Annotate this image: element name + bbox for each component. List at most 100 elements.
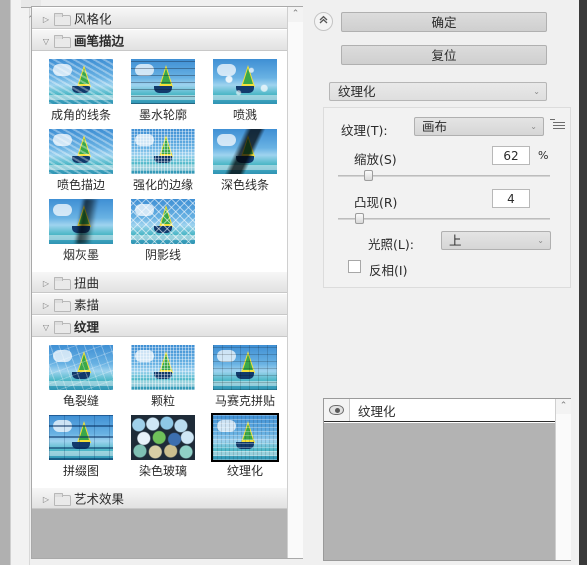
scaling-label: 缩放(S) — [354, 152, 397, 167]
filter-thumbnail-selected[interactable]: 纹理化 — [204, 413, 286, 479]
light-label: 光照(L): — [368, 237, 414, 252]
filter-gallery-dialog: ⌃ ▷ 风格化 ▽ 画笔描边成角的线条 墨水轮廓 喷溅喷色描边 强化的边缘 深色线条烟灰墨 阴影… — [0, 0, 587, 565]
filter-category-label: 风格化 — [74, 11, 112, 27]
texture-value: 画布 — [422, 119, 448, 134]
filter-list-empty-area — [32, 509, 288, 558]
filter-thumbnail[interactable]: 深色线条 — [204, 127, 286, 193]
filter-category-label: 素描 — [74, 297, 100, 313]
filter-thumbnail-label: 阴影线 — [144, 248, 181, 262]
filter-thumbnail-label: 龟裂缝 — [62, 394, 99, 408]
layer-name-label: 纹理化 — [358, 403, 396, 419]
texture-label: 纹理(T): — [341, 123, 388, 138]
settings-column: 确定 复位 纹理化 ⌄ 纹理(T): 画布 ⌄ 缩放(S) 62 % 凸现(R)… — [307, 0, 575, 565]
triangle-down-icon[interactable]: ▽ — [40, 31, 52, 53]
filter-category-1[interactable]: ▽ 画笔描边 — [32, 29, 288, 51]
double-chevron-up-icon[interactable] — [314, 12, 333, 31]
filter-thumbnail-label: 深色线条 — [220, 178, 269, 192]
thumbnail-frame — [211, 343, 279, 392]
chevron-down-icon: ⌄ — [533, 87, 540, 96]
chevron-down-icon: ⌄ — [537, 236, 544, 245]
filter-category-0[interactable]: ▷ 风格化 — [32, 7, 288, 29]
left-scrollbar[interactable]: ⌃ — [10, 0, 41, 565]
scaling-slider[interactable] — [338, 170, 550, 182]
thumbnail-image — [49, 199, 113, 244]
thumbnail-frame — [129, 57, 197, 106]
thumbnail-frame — [211, 413, 279, 462]
flyout-menu-icon[interactable] — [550, 119, 566, 133]
thumbnail-image — [131, 199, 195, 244]
filter-thumbnail[interactable]: 阴影线 — [122, 197, 204, 263]
scaling-input[interactable]: 62 — [492, 146, 530, 165]
scrollbar-track[interactable] — [556, 414, 571, 560]
filter-thumbnail[interactable]: 染色玻璃 — [122, 413, 204, 479]
active-filter-dropdown[interactable]: 纹理化 ⌄ — [329, 82, 547, 101]
filter-thumbnail[interactable]: 墨水轮廓 — [122, 57, 204, 123]
filter-category-2[interactable]: ▷ 扭曲 — [32, 271, 288, 293]
slider-track — [338, 218, 550, 220]
relief-input[interactable]: 4 — [492, 189, 530, 208]
chevron-up-icon[interactable]: ⌃ — [288, 7, 303, 22]
list-item[interactable]: 纹理化 — [324, 399, 556, 422]
filter-category-4[interactable]: ▽ 纹理 — [32, 315, 288, 337]
layer-panel-scrollbar[interactable]: ⌃ — [555, 399, 571, 560]
filter-thumbnail[interactable]: 龟裂缝 — [40, 343, 122, 409]
thumbnail-image — [213, 345, 277, 390]
filter-thumbnail[interactable]: 拼缀图 — [40, 413, 122, 479]
filter-category-3[interactable]: ▷ 素描 — [32, 293, 288, 315]
thumbnail-image — [49, 59, 113, 104]
triangle-right-icon[interactable]: ▷ — [40, 295, 52, 317]
filter-category-5[interactable]: ▷ 艺术效果 — [32, 487, 288, 509]
filter-thumbnail[interactable]: 马赛克拼贴 — [204, 343, 286, 409]
light-dropdown[interactable]: 上 ⌄ — [441, 231, 551, 250]
filter-thumbnail-label: 染色玻璃 — [138, 464, 187, 478]
triangle-right-icon[interactable]: ▷ — [40, 273, 52, 295]
scrollbar-track[interactable] — [288, 22, 303, 558]
thumbnail-image — [131, 415, 195, 460]
triangle-right-icon[interactable]: ▷ — [40, 9, 52, 31]
filter-category-label: 扭曲 — [74, 275, 100, 291]
invert-checkbox[interactable] — [348, 260, 361, 273]
filter-thumbnail[interactable]: 喷溅 — [204, 57, 286, 123]
filter-thumbnail-label: 喷色描边 — [56, 178, 105, 192]
thumbnail-frame — [47, 57, 115, 106]
slider-handle[interactable] — [355, 213, 365, 224]
chevron-up-icon[interactable]: ⌃ — [556, 399, 571, 414]
thumbnail-image — [131, 345, 195, 390]
triangle-down-icon[interactable]: ▽ — [40, 317, 52, 339]
triangle-right-icon[interactable]: ▷ — [40, 489, 52, 511]
filter-thumbnail-label: 烟灰墨 — [62, 248, 99, 262]
thumbnail-frame — [47, 127, 115, 176]
relief-slider[interactable] — [338, 213, 550, 225]
filter-thumbnail[interactable]: 强化的边缘 — [122, 127, 204, 193]
thumbnail-frame — [47, 197, 115, 246]
thumbnail-frame — [211, 57, 279, 106]
thumbnail-frame — [47, 413, 115, 462]
filter-thumbnail[interactable]: 颗粒 — [122, 343, 204, 409]
reset-button[interactable]: 复位 — [341, 45, 547, 65]
filter-list-scroll-area: ▷ 风格化 ▽ 画笔描边成角的线条 墨水轮廓 喷溅喷色描边 强化的边缘 深色线条烟灰墨 阴影线 ▷… — [32, 7, 288, 558]
folder-icon — [54, 299, 71, 312]
thumbnail-image — [49, 129, 113, 174]
folder-icon — [54, 321, 71, 334]
right-edge-highlight — [575, 0, 579, 565]
filter-thumbnail-label: 颗粒 — [150, 394, 175, 408]
filter-category-label: 纹理 — [74, 319, 100, 335]
thumbnail-frame — [47, 343, 115, 392]
thumbnail-frame — [129, 127, 197, 176]
texture-dropdown[interactable]: 画布 ⌄ — [414, 117, 544, 136]
filter-thumbnail[interactable]: 成角的线条 — [40, 57, 122, 123]
folder-icon — [54, 35, 71, 48]
thumbnail-image — [131, 59, 195, 104]
filter-list-scrollbar[interactable]: ⌃ — [287, 7, 303, 558]
layer-list-body — [324, 423, 556, 560]
slider-handle[interactable] — [363, 170, 373, 181]
window-right-edge — [575, 0, 587, 565]
filter-thumbnail[interactable]: 烟灰墨 — [40, 197, 122, 263]
filter-thumbnail[interactable]: 喷色描边 — [40, 127, 122, 193]
eye-visibility-icon[interactable] — [324, 399, 350, 421]
thumbnail-image — [213, 129, 277, 174]
chevron-down-icon: ⌄ — [530, 122, 537, 131]
ok-button[interactable]: 确定 — [341, 12, 547, 32]
left-scroll-gutter: ⌃ — [0, 0, 41, 565]
folder-icon — [54, 277, 71, 290]
